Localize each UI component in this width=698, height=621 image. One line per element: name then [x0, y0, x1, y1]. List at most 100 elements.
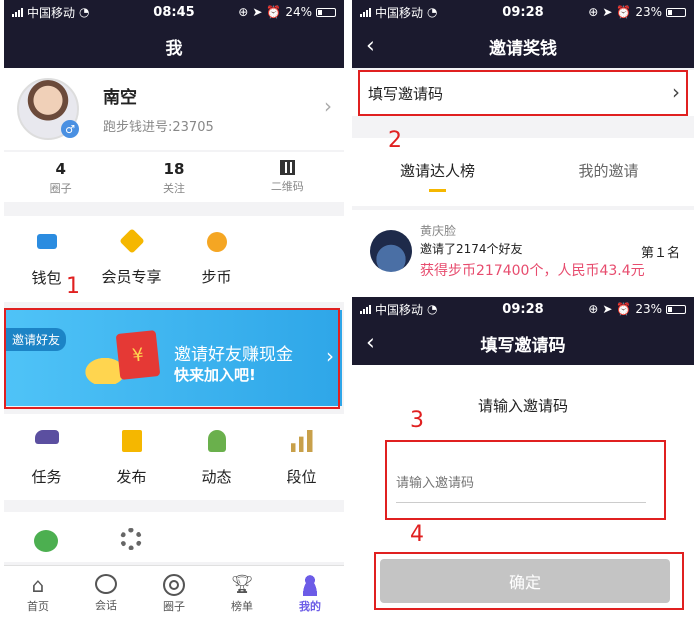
location-icon: ➤	[602, 5, 613, 19]
tab-label: 榜单	[231, 600, 253, 613]
menu-item-rank[interactable]: 段位	[259, 414, 344, 500]
stat-label: 二维码	[270, 180, 304, 193]
wifi-icon: ◔	[79, 5, 90, 19]
status-bar: 中国移动 ◔ 09:28 ⊕ ➤ ⏰ 23%	[352, 0, 694, 24]
bell-icon	[207, 430, 226, 452]
gear-icon[interactable]	[120, 528, 142, 550]
alarm-icon: ⏰	[616, 302, 632, 316]
menu-item-label: 步币	[201, 268, 232, 286]
battery-label: 23%	[635, 302, 662, 316]
annotation-box-2	[358, 70, 688, 116]
carrier-label: 中国移动	[375, 5, 424, 20]
menu-item-tasks[interactable]: 任务	[4, 414, 89, 500]
rank-row: 黄庆脸 邀请了2174个好友 获得步币217400个，人民币43.4元 第１名	[352, 210, 694, 290]
tab-home[interactable]: ⌂ 首页	[4, 566, 72, 621]
annotation-number-4: 4	[410, 522, 424, 547]
tab-leaderboard[interactable]: 🏆︎ 榜单	[208, 566, 276, 621]
avatar[interactable]	[370, 230, 412, 272]
battery-label: 23%	[635, 5, 662, 19]
tab-mine[interactable]: 我的	[276, 566, 344, 621]
coin-icon	[206, 232, 227, 252]
rank-position: 第１名	[640, 246, 680, 261]
annotation-number-3: 3	[410, 408, 424, 433]
signal-icon	[360, 304, 371, 314]
stat-value: 4	[55, 160, 66, 178]
menu-item-publish[interactable]: 发布	[89, 414, 174, 500]
alarm-icon: ⏰	[616, 5, 632, 19]
stat-value: 18	[163, 160, 185, 178]
carrier-label: 中国移动	[375, 302, 424, 317]
stat-following[interactable]: 18 关注	[117, 152, 230, 202]
chevron-right-icon: ›	[324, 94, 332, 118]
tabs: 邀请达人榜 我的邀请	[352, 138, 694, 206]
profile-id: 跑步钱进号:23705	[103, 120, 214, 135]
menu-item-label: 动态	[201, 468, 232, 486]
tab-my-invites[interactable]: 我的邀请	[523, 138, 694, 206]
menu-grid-1: 钱包 会员专享 步币	[4, 216, 344, 302]
lock-rotation-icon: ⊕	[588, 302, 599, 316]
trophy-icon: 🏆︎	[230, 574, 254, 595]
target-icon	[163, 574, 185, 596]
menu-item-label: 段位	[286, 468, 317, 486]
alarm-icon: ⏰	[266, 5, 282, 19]
page-title: 我	[4, 24, 344, 68]
tab-top-inviters[interactable]: 邀请达人榜	[352, 138, 523, 206]
tab-circles[interactable]: 圈子	[140, 566, 208, 621]
stat-circles[interactable]: 4 圈子	[4, 152, 117, 202]
crown-icon	[118, 228, 145, 254]
shoe-icon	[34, 430, 59, 444]
battery-icon	[666, 7, 686, 17]
stat-qrcode[interactable]: 二维码	[231, 152, 344, 202]
lock-rotation-icon: ⊕	[238, 5, 249, 19]
user-icon	[300, 574, 320, 596]
menu-grid-3	[4, 512, 344, 562]
page-title: 填写邀请码	[480, 335, 566, 356]
menu-item-coins[interactable]: 步币	[174, 216, 259, 302]
signal-icon	[12, 7, 23, 17]
rank-reward: 获得步币217400个，人民币43.4元	[420, 263, 645, 279]
rank-invites: 邀请了2174个好友	[420, 242, 523, 256]
location-icon: ➤	[602, 302, 613, 316]
tab-label: 我的邀请	[578, 162, 639, 180]
back-chevron-icon[interactable]: ‹	[366, 331, 375, 356]
wallet-icon	[36, 234, 57, 249]
rank-name: 黄庆脸	[420, 224, 457, 238]
battery-fill	[318, 9, 322, 15]
navbar: ‹ 填写邀请码	[352, 321, 694, 365]
tab-label: 邀请达人榜	[399, 162, 475, 180]
wifi-icon: ◔	[427, 302, 438, 316]
annotation-box-3	[385, 440, 666, 520]
tab-chat[interactable]: 会话	[72, 566, 140, 621]
battery-icon	[666, 304, 686, 314]
status-time: 09:28	[502, 301, 544, 317]
location-icon: ➤	[252, 5, 263, 19]
status-bar: 中国移动 ◔ 09:28 ⊕ ➤ ⏰ 23%	[352, 297, 694, 321]
profile-card[interactable]: ♂ 南空 跑步钱进号:23705 ›	[4, 68, 344, 150]
lock-rotation-icon: ⊕	[588, 5, 599, 19]
avatar[interactable]: ♂	[17, 78, 79, 140]
status-time: 08:45	[153, 4, 195, 20]
menu-item-activity[interactable]: 动态	[174, 414, 259, 500]
tab-label: 会话	[95, 599, 117, 612]
back-chevron-icon[interactable]: ‹	[366, 34, 375, 59]
chat-icon[interactable]	[34, 530, 58, 552]
signal-icon	[360, 7, 371, 17]
wifi-icon: ◔	[427, 5, 438, 19]
annotation-box-4	[374, 552, 684, 610]
invite-code-prompt: 请输入邀请码	[477, 397, 568, 415]
carrier-label: 中国移动	[27, 5, 76, 20]
profile-name: 南空	[103, 88, 137, 108]
page-title: 邀请奖钱	[489, 38, 557, 59]
tab-bar: ⌂ 首页 会话 圈子 🏆︎ 榜单 我的	[4, 565, 344, 621]
active-tab-indicator	[428, 189, 447, 192]
battery-label: 24%	[285, 5, 312, 19]
battery-icon	[316, 7, 336, 17]
qrcode-icon	[279, 160, 295, 175]
annotation-box-1	[4, 308, 340, 409]
phone-invite-page: 中国移动 ◔ 09:28 ⊕ ➤ ⏰ 23% ‹ 邀请奖钱 填写邀请码 › 邀请达人榜 …	[352, 0, 694, 290]
annotation-number-1: 1	[66, 274, 80, 299]
menu-item-vip[interactable]: 会员专享	[89, 216, 174, 302]
navbar: ‹ 邀请奖钱	[352, 24, 694, 68]
chat-bubble-icon	[95, 574, 117, 594]
stat-label: 圈子	[49, 182, 72, 195]
